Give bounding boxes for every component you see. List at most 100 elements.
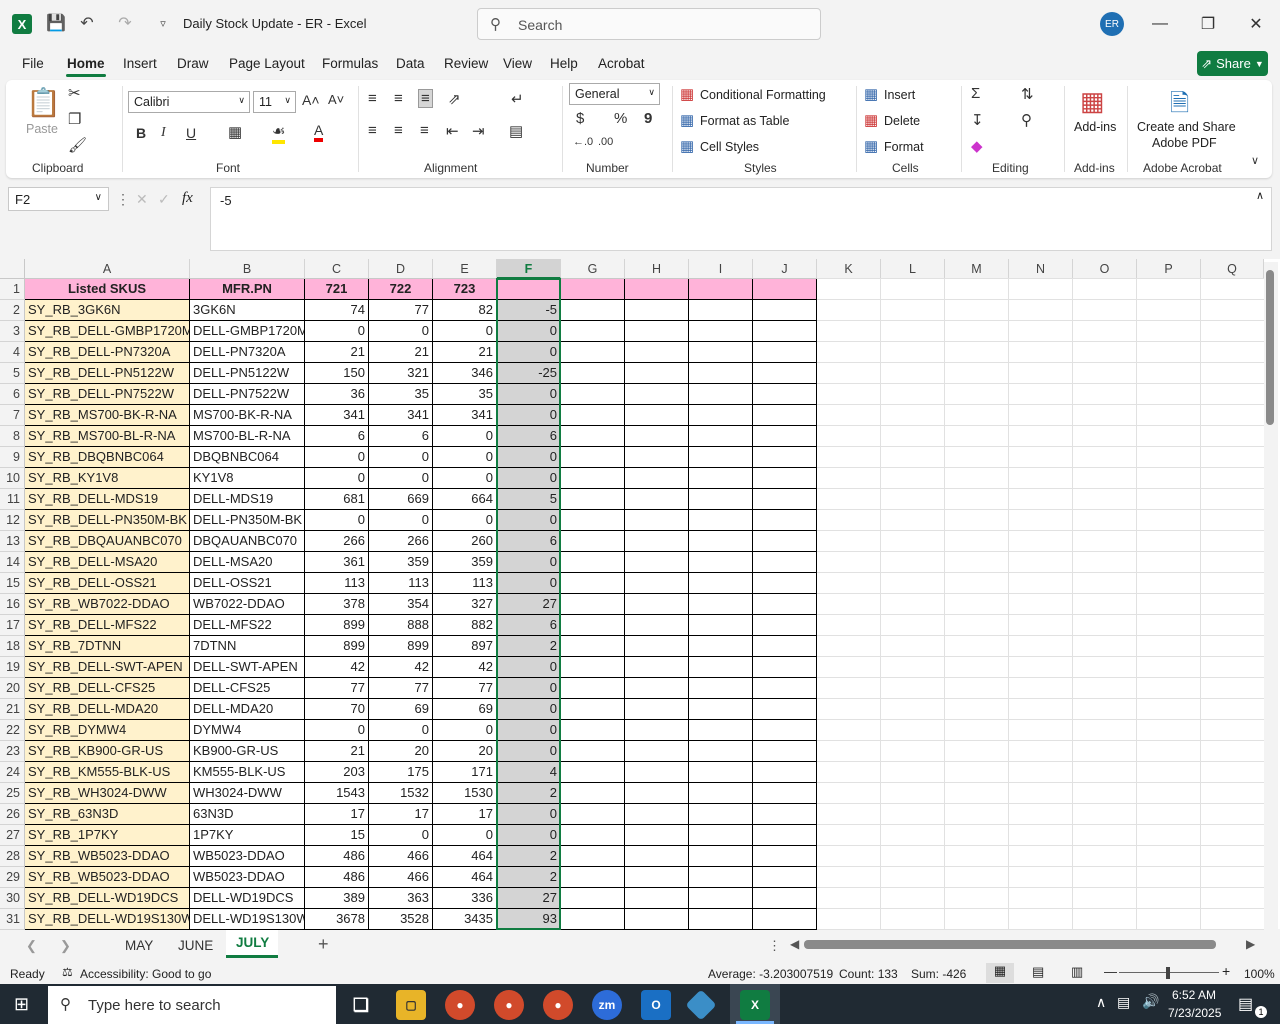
value-cell[interactable]: 882: [433, 615, 497, 636]
value-cell[interactable]: 327: [433, 594, 497, 615]
collapse-formula-icon[interactable]: ∧: [1256, 189, 1264, 202]
value-cell[interactable]: 0: [497, 804, 561, 825]
menu-data[interactable]: Data: [396, 56, 425, 71]
row-header[interactable]: 9: [0, 447, 25, 468]
value-cell[interactable]: 341: [369, 405, 433, 426]
value-cell[interactable]: [753, 909, 817, 930]
number-format-select[interactable]: General ∨: [569, 83, 660, 105]
sku-cell[interactable]: SY_RB_3GK6N: [25, 300, 190, 321]
column-header-b[interactable]: B: [190, 259, 305, 279]
row-header[interactable]: 29: [0, 867, 25, 888]
insert-cells-button[interactable]: Insert: [884, 88, 915, 102]
value-cell[interactable]: 464: [433, 867, 497, 888]
value-cell[interactable]: 363: [369, 888, 433, 909]
value-cell[interactable]: [561, 741, 625, 762]
align-right-icon[interactable]: ≡: [420, 122, 429, 139]
sku-cell[interactable]: SY_RB_DYMW4: [25, 720, 190, 741]
mfr-pn-cell[interactable]: DELL-PN7320A: [190, 342, 305, 363]
column-header-k[interactable]: K: [817, 259, 881, 279]
underline-button[interactable]: U: [186, 125, 196, 141]
taskbar-date[interactable]: 7/23/2025: [1168, 1006, 1221, 1020]
value-cell[interactable]: 897: [433, 636, 497, 657]
value-cell[interactable]: 0: [497, 384, 561, 405]
value-cell[interactable]: [561, 552, 625, 573]
value-cell[interactable]: [625, 720, 689, 741]
page-break-view-icon[interactable]: ▥: [1071, 964, 1083, 980]
row-header[interactable]: 13: [0, 531, 25, 552]
value-cell[interactable]: [625, 405, 689, 426]
value-cell[interactable]: 321: [369, 363, 433, 384]
value-cell[interactable]: 36: [305, 384, 369, 405]
value-cell[interactable]: [689, 363, 753, 384]
align-bottom-icon[interactable]: ≡: [418, 89, 433, 108]
horizontal-scroll-thumb[interactable]: [804, 940, 1216, 949]
task-view-icon[interactable]: ❏: [346, 990, 376, 1020]
delete-cells-icon[interactable]: ▦: [864, 111, 878, 129]
customize-qat-icon[interactable]: ▿: [152, 12, 174, 34]
value-cell[interactable]: [753, 447, 817, 468]
menu-review[interactable]: Review: [444, 56, 488, 71]
value-cell[interactable]: [625, 804, 689, 825]
value-cell[interactable]: [689, 342, 753, 363]
autosum-icon[interactable]: Σ: [971, 85, 980, 102]
mfr-pn-cell[interactable]: DELL-PN350M-BK: [190, 510, 305, 531]
value-cell[interactable]: 0: [497, 321, 561, 342]
sku-cell[interactable]: SY_RB_MS700-BK-R-NA: [25, 405, 190, 426]
paste-label[interactable]: Paste: [26, 122, 58, 136]
value-cell[interactable]: 35: [433, 384, 497, 405]
sku-cell[interactable]: SY_RB_KM555-BLK-US: [25, 762, 190, 783]
add-ins-icon[interactable]: ▦: [1080, 86, 1105, 117]
sku-cell[interactable]: SY_RB_WH3024-DWW: [25, 783, 190, 804]
value-cell[interactable]: 69: [369, 699, 433, 720]
scroll-left-icon[interactable]: ◀: [790, 937, 799, 951]
tab-split-icon[interactable]: ⋮: [768, 938, 781, 954]
value-cell[interactable]: [753, 531, 817, 552]
sku-cell[interactable]: SY_RB_DELL-MSA20: [25, 552, 190, 573]
row-header[interactable]: 26: [0, 804, 25, 825]
row-header[interactable]: 28: [0, 846, 25, 867]
value-cell[interactable]: [689, 762, 753, 783]
value-cell[interactable]: 0: [433, 447, 497, 468]
value-cell[interactable]: [689, 804, 753, 825]
value-cell[interactable]: [625, 552, 689, 573]
taskbar-time[interactable]: 6:52 AM: [1172, 988, 1216, 1002]
next-sheet-icon[interactable]: ❯: [60, 938, 71, 954]
value-cell[interactable]: [625, 468, 689, 489]
value-cell[interactable]: [689, 636, 753, 657]
value-cell[interactable]: [689, 825, 753, 846]
value-cell[interactable]: 0: [369, 447, 433, 468]
value-cell[interactable]: [689, 741, 753, 762]
column-header-p[interactable]: P: [1137, 259, 1201, 279]
value-cell[interactable]: [625, 594, 689, 615]
value-cell[interactable]: [625, 300, 689, 321]
zoom-in-icon[interactable]: +: [1222, 963, 1230, 979]
zoom-out-icon[interactable]: —: [1104, 964, 1117, 979]
cell-styles-icon[interactable]: ▦: [680, 137, 694, 155]
insert-cells-icon[interactable]: ▦: [864, 85, 878, 103]
value-cell[interactable]: 203: [305, 762, 369, 783]
row-header[interactable]: 5: [0, 363, 25, 384]
value-cell[interactable]: 42: [305, 657, 369, 678]
value-cell[interactable]: 346: [433, 363, 497, 384]
conditional-formatting-icon[interactable]: ▦: [680, 85, 694, 103]
value-cell[interactable]: 0: [369, 825, 433, 846]
value-cell[interactable]: 0: [433, 510, 497, 531]
value-cell[interactable]: 42: [433, 657, 497, 678]
row-header[interactable]: 1: [0, 279, 25, 300]
value-cell[interactable]: [561, 909, 625, 930]
sku-cell[interactable]: SY_RB_DELL-MFS22: [25, 615, 190, 636]
fill-color-icon[interactable]: ☙: [272, 122, 286, 144]
menu-help[interactable]: Help: [550, 56, 578, 71]
value-cell[interactable]: 359: [369, 552, 433, 573]
value-cell[interactable]: [753, 804, 817, 825]
mfr-pn-cell[interactable]: DBQAUANBC070: [190, 531, 305, 552]
value-cell[interactable]: 77: [369, 678, 433, 699]
value-cell[interactable]: 341: [305, 405, 369, 426]
value-cell[interactable]: [689, 468, 753, 489]
value-cell[interactable]: 27: [497, 888, 561, 909]
value-cell[interactable]: [753, 384, 817, 405]
value-cell[interactable]: 4: [497, 762, 561, 783]
value-cell[interactable]: [625, 531, 689, 552]
row-header[interactable]: 14: [0, 552, 25, 573]
value-cell[interactable]: 664: [433, 489, 497, 510]
